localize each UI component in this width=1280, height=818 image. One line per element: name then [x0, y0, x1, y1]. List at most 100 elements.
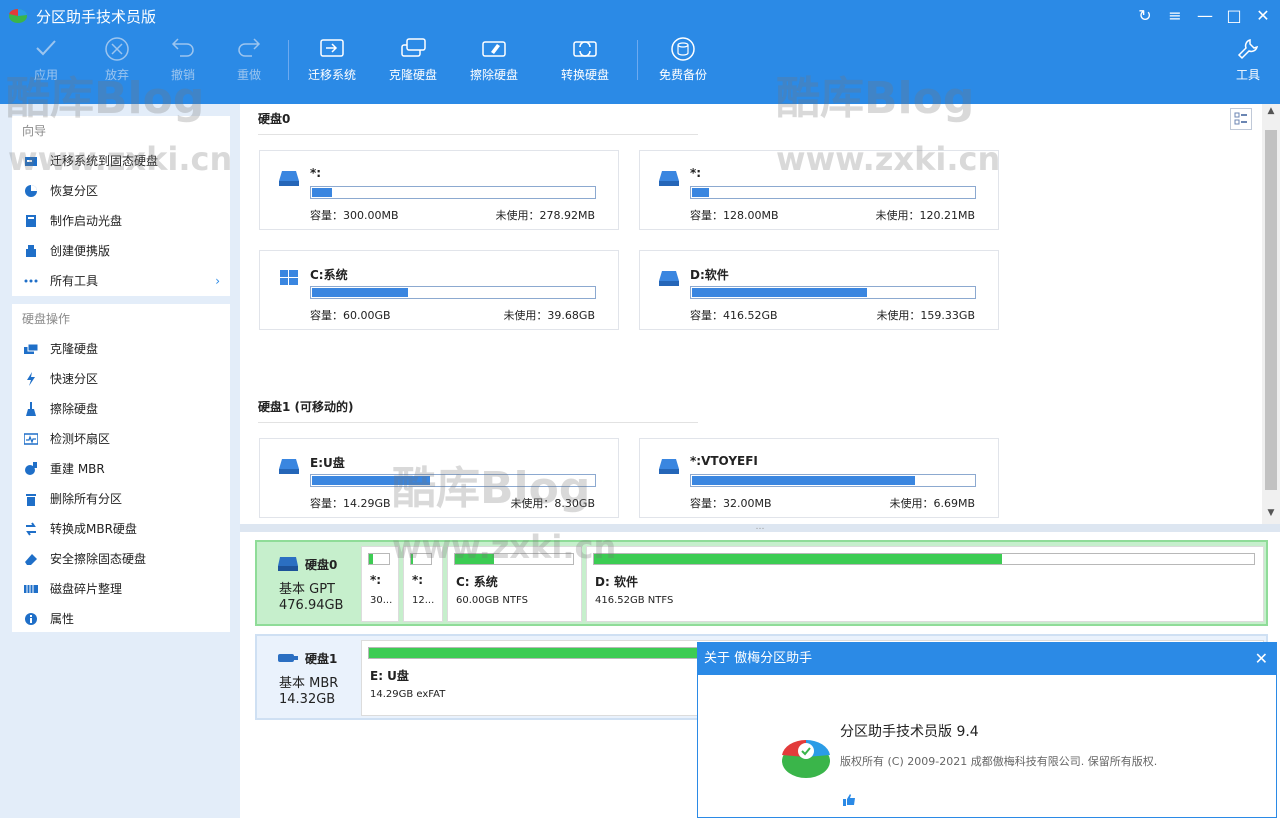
- more-dots-icon: [24, 279, 38, 283]
- clone-disk-icon: [24, 343, 38, 354]
- vertical-scrollbar[interactable]: ▲ ▼: [1262, 104, 1280, 524]
- sidebar-item-label: 属性: [50, 612, 75, 626]
- sidebar-item-rebuild-mbr[interactable]: 重建 MBR: [12, 454, 230, 484]
- map-usage-fill: [594, 554, 1002, 564]
- clone-disk-button[interactable]: 克隆硬盘: [378, 36, 448, 92]
- grid-view-icon: [1234, 112, 1247, 125]
- capacity-text: 容量：32.00MB: [690, 497, 772, 510]
- map-usage-fill: [411, 554, 413, 564]
- apply-button[interactable]: 应用: [11, 36, 81, 92]
- wipe-disk-button[interactable]: 擦除硬盘: [459, 36, 529, 92]
- map-partition[interactable]: *: 12...: [403, 546, 443, 622]
- partition-card[interactable]: *: 容量：128.00MB 未使用：120.21MB: [639, 150, 999, 230]
- sidebar-item-properties[interactable]: 属性: [12, 604, 230, 634]
- usage-bar: [690, 474, 976, 487]
- disk-row-0[interactable]: 硬盘0 基本 GPT 476.94GB *: 30... *: 12... C:…: [255, 540, 1268, 626]
- wizard-title: 向导: [22, 124, 47, 138]
- map-usage-fill: [369, 554, 373, 564]
- tools-button[interactable]: 工具: [1213, 36, 1280, 92]
- partition-name: *:VTOYEFI: [690, 454, 758, 468]
- view-toggle-button[interactable]: [1230, 108, 1252, 130]
- sidebar-item-quick-partition[interactable]: 快速分区: [12, 364, 230, 394]
- map-partition-title: E: U盘: [370, 669, 409, 683]
- scroll-down-icon[interactable]: ▼: [1262, 508, 1280, 518]
- app-logo-icon: [9, 8, 27, 23]
- dialog-title: 关于 傲梅分区助手: [704, 651, 813, 666]
- sidebar-item-all-tools[interactable]: 所有工具 ›: [12, 266, 230, 296]
- sidebar-item-wipe-disk[interactable]: 擦除硬盘: [12, 394, 230, 424]
- undo-button[interactable]: 撤销: [148, 36, 218, 92]
- usage-fill: [692, 188, 709, 197]
- partition-card[interactable]: C:系统 容量：60.00GB 未使用：39.68GB: [259, 250, 619, 330]
- boot-disc-icon: [26, 215, 36, 227]
- map-partition-detail: 60.00GB NTFS: [456, 595, 528, 606]
- discard-button[interactable]: 放弃: [82, 36, 152, 92]
- partition-card[interactable]: D:软件 容量：416.52GB 未使用：159.33GB: [639, 250, 999, 330]
- thumbs-up-icon[interactable]: [842, 794, 856, 806]
- partition-card[interactable]: E:U盘 容量：14.29GB 未使用：8.30GB: [259, 438, 619, 518]
- map-usage-bar: [454, 553, 574, 565]
- disk-type: 基本 MBR: [279, 676, 339, 691]
- sidebar-item-label: 安全擦除固态硬盘: [50, 552, 147, 566]
- maximize-icon[interactable]: □: [1219, 4, 1249, 28]
- tools-label: 工具: [1235, 68, 1260, 82]
- close-icon[interactable]: ✕: [1248, 4, 1278, 28]
- sidebar-item-label: 恢复分区: [50, 184, 99, 198]
- partition-name: E:U盘: [310, 456, 345, 470]
- scrollbar-thumb[interactable]: [1265, 130, 1277, 490]
- drive-icon: [659, 271, 679, 286]
- sidebar-item-clone-disk[interactable]: 克隆硬盘: [12, 334, 230, 364]
- disk-size: 476.94GB: [279, 598, 344, 613]
- sidebar-item-check-bad-sectors[interactable]: 检测坏扇区: [12, 424, 230, 454]
- sidebar-item-secure-erase-ssd[interactable]: 安全擦除固态硬盘: [12, 544, 230, 574]
- menu-icon[interactable]: ≡: [1160, 4, 1190, 28]
- usage-bar: [690, 186, 976, 199]
- capacity-text: 容量：416.52GB: [690, 309, 778, 322]
- sidebar-item-boot-disc[interactable]: 制作启动光盘: [12, 206, 230, 236]
- sidebar-item-migrate-ssd[interactable]: 迁移系统到固态硬盘: [12, 146, 230, 176]
- divider: [258, 134, 698, 135]
- toolbar-separator: [288, 40, 289, 80]
- copyright-text: 版权所有 (C) 2009-2021 成都傲梅科技有限公司. 保留所有版权.: [840, 755, 1158, 768]
- drive-icon: [279, 459, 299, 474]
- sidebar-item-label: 检测坏扇区: [50, 432, 111, 446]
- redo-icon: [214, 36, 284, 66]
- migrate-os-button[interactable]: 迁移系统: [297, 36, 367, 92]
- partition-card[interactable]: *: 容量：300.00MB 未使用：278.92MB: [259, 150, 619, 230]
- sidebar-item-convert-mbr[interactable]: 转换成MBR硬盘: [12, 514, 230, 544]
- map-partition[interactable]: D: 软件 416.52GB NTFS: [586, 546, 1264, 622]
- sidebar-item-label: 制作启动光盘: [50, 214, 123, 228]
- map-partition[interactable]: C: 系统 60.00GB NTFS: [447, 546, 582, 622]
- sidebar-item-portable[interactable]: 创建便携版: [12, 236, 230, 266]
- divider: [258, 422, 698, 423]
- rebuild-icon: [25, 462, 37, 475]
- minimize-icon[interactable]: —: [1190, 4, 1220, 28]
- sidebar-item-recover-partition[interactable]: 恢复分区: [12, 176, 230, 206]
- backup-label: 免费备份: [658, 68, 707, 82]
- partition-card[interactable]: *:VTOYEFI 容量：32.00MB 未使用：6.69MB: [639, 438, 999, 518]
- pane-splitter[interactable]: …: [240, 523, 1280, 532]
- scroll-up-icon[interactable]: ▲: [1262, 106, 1280, 116]
- wrench-icon: [1213, 36, 1280, 66]
- free-backup-button[interactable]: 免费备份: [648, 36, 718, 92]
- refresh-icon[interactable]: ↻: [1130, 4, 1160, 28]
- sidebar-item-delete-all[interactable]: 删除所有分区: [12, 484, 230, 514]
- disk-ops-title: 硬盘操作: [22, 312, 71, 326]
- map-partition[interactable]: *: 30...: [361, 546, 399, 622]
- disk0-heading: 硬盘0: [258, 112, 291, 126]
- undo-label: 撤销: [170, 68, 195, 82]
- capacity-text: 容量：14.29GB: [310, 497, 391, 510]
- sidebar-item-label: 所有工具: [50, 274, 99, 288]
- close-icon[interactable]: ✕: [1255, 643, 1268, 675]
- chevron-right-icon: ›: [215, 274, 220, 288]
- sidebar-item-label: 快速分区: [50, 372, 99, 386]
- migrate-ssd-icon: [25, 157, 37, 166]
- sidebar-item-label: 磁盘碎片整理: [50, 582, 123, 596]
- about-dialog: 关于 傲梅分区助手 ✕ 分区助手技术员版 9.4 版权所有 (C) 2009-2…: [697, 642, 1277, 818]
- sidebar-item-defrag[interactable]: 磁盘碎片整理: [12, 574, 230, 604]
- convert-disk-button[interactable]: 转换硬盘: [550, 36, 620, 92]
- toolbar-separator-2: [637, 40, 638, 80]
- usage-bar: [690, 286, 976, 299]
- eraser-icon: [25, 554, 37, 565]
- redo-button[interactable]: 重做: [214, 36, 284, 92]
